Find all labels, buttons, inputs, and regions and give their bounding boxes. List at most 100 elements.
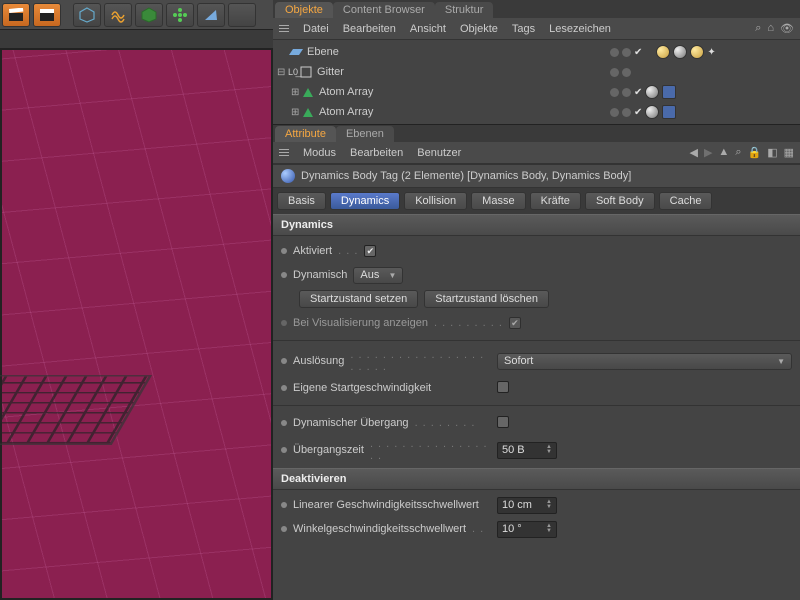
input-uebergangszeit[interactable]: 50 B▲▼ bbox=[497, 442, 557, 459]
prop-bullet-icon bbox=[281, 447, 287, 453]
settings-icon[interactable]: ▦ bbox=[784, 146, 794, 159]
dropdown-dynamisch[interactable]: Aus▼ bbox=[353, 267, 403, 284]
label-uebergangszeit: Übergangszeit bbox=[293, 444, 364, 456]
lock-icon[interactable]: 🔒 bbox=[747, 146, 761, 159]
prop-tab-dynamics[interactable]: Dynamics bbox=[330, 192, 400, 210]
vis-editor-dot[interactable] bbox=[610, 68, 619, 77]
checkbox-dyn-uebergang[interactable] bbox=[497, 416, 509, 428]
prop-tab-cache[interactable]: Cache bbox=[659, 192, 713, 210]
tag-blue-icon[interactable] bbox=[662, 105, 676, 119]
tag-dynamics-icon[interactable] bbox=[645, 105, 659, 119]
new-window-icon[interactable]: ◧ bbox=[767, 146, 777, 159]
attribute-tabbar: Attribute Ebenen bbox=[273, 124, 800, 142]
search-icon[interactable]: ⌕ bbox=[755, 22, 761, 35]
tag-extra-icon[interactable]: ✦ bbox=[707, 47, 715, 58]
nav-back-icon[interactable]: ◀ bbox=[689, 146, 697, 159]
tool-cube-green-icon[interactable] bbox=[135, 3, 163, 27]
tool-clapper-alt-icon[interactable] bbox=[33, 3, 61, 27]
dots: . . . . . . . . . . . . . . . . . . . . … bbox=[350, 349, 491, 373]
dots: . . . . . . . . . bbox=[434, 317, 503, 329]
home-icon[interactable]: ⌂ bbox=[767, 22, 774, 35]
dropdown-ausloesung[interactable]: Sofort▼ bbox=[497, 353, 792, 370]
vis-render-dot[interactable] bbox=[622, 48, 631, 57]
prop-tab-masse[interactable]: Masse bbox=[471, 192, 525, 210]
chevron-down-icon: ▼ bbox=[777, 357, 785, 366]
menu-objekte[interactable]: Objekte bbox=[460, 23, 498, 35]
tag-material2-icon[interactable] bbox=[690, 45, 704, 59]
menu-datei[interactable]: Datei bbox=[303, 23, 329, 35]
vis-render-dot[interactable] bbox=[622, 68, 631, 77]
dots: . . . . . . . . . . . . . . . . . bbox=[370, 438, 491, 462]
tree-item-atom2[interactable]: ⊞ Atom Array ✔ bbox=[273, 102, 800, 122]
vis-editor-dot[interactable] bbox=[610, 108, 619, 117]
checkbox-bei-vis[interactable]: ✔ bbox=[509, 317, 521, 329]
enable-check-icon[interactable]: ✔ bbox=[634, 47, 642, 58]
dynamics-body-icon bbox=[281, 169, 295, 183]
tool-wedge-icon[interactable] bbox=[197, 3, 225, 27]
tag-tex-icon[interactable] bbox=[673, 45, 687, 59]
label-aktiviert: Aktiviert bbox=[293, 245, 332, 257]
prop-tab-softbody[interactable]: Soft Body bbox=[585, 192, 655, 210]
vis-render-dot[interactable] bbox=[622, 108, 631, 117]
nav-fwd-icon[interactable]: ▶ bbox=[704, 146, 712, 159]
input-winkel-schwell[interactable]: 10 °▲▼ bbox=[497, 521, 557, 538]
tab-struktur[interactable]: Struktur bbox=[435, 2, 494, 18]
tag-dynamics-icon[interactable] bbox=[645, 85, 659, 99]
tree-label: Atom Array bbox=[319, 106, 419, 118]
menu-handle-icon[interactable] bbox=[279, 25, 289, 32]
deaktivieren-properties: Linearer Geschwindigkeitsschwellwert 10 … bbox=[273, 490, 800, 544]
checkbox-aktiviert[interactable]: ✔ bbox=[364, 245, 376, 257]
tab-attribute[interactable]: Attribute bbox=[275, 126, 336, 142]
vis-editor-dot[interactable] bbox=[610, 88, 619, 97]
tab-content-browser[interactable]: Content Browser bbox=[333, 2, 435, 18]
menu-bearbeiten[interactable]: Bearbeiten bbox=[343, 23, 396, 35]
enable-check-icon[interactable]: ✔ bbox=[634, 87, 642, 98]
menu-lesezeichen[interactable]: Lesezeichen bbox=[549, 23, 611, 35]
dots: . . bbox=[472, 523, 484, 535]
expander-icon[interactable]: ⊞ bbox=[291, 107, 301, 118]
tree-label: Gitter bbox=[317, 66, 417, 78]
menu-ansicht[interactable]: Ansicht bbox=[410, 23, 446, 35]
3d-viewport[interactable] bbox=[0, 48, 273, 600]
prop-tab-kraefte[interactable]: Kräfte bbox=[530, 192, 581, 210]
eye-icon[interactable]: 👁 bbox=[780, 22, 794, 35]
menu-handle-icon[interactable] bbox=[279, 149, 289, 156]
checkbox-eigene-start[interactable] bbox=[497, 381, 509, 393]
generator-icon bbox=[301, 105, 315, 119]
tool-flower-icon[interactable] bbox=[166, 3, 194, 27]
tool-cube-icon[interactable] bbox=[73, 3, 101, 27]
button-startzustand-setzen[interactable]: Startzustand setzen bbox=[299, 290, 418, 308]
search-icon[interactable]: ⌕ bbox=[735, 146, 741, 159]
label-bei-vis: Bei Visualisierung anzeigen bbox=[293, 317, 428, 329]
tree-item-ebene[interactable]: Ebene ✔ ✦ bbox=[273, 42, 800, 62]
button-startzustand-loeschen[interactable]: Startzustand löschen bbox=[424, 290, 549, 308]
expander-icon[interactable]: ⊟ bbox=[277, 67, 287, 78]
tag-blue-icon[interactable] bbox=[662, 85, 676, 99]
enable-check-icon[interactable]: ✔ bbox=[634, 107, 642, 118]
nav-up-icon[interactable]: ▲ bbox=[718, 146, 729, 159]
vis-render-dot[interactable] bbox=[622, 88, 631, 97]
attribute-title: Dynamics Body Tag (2 Elemente) [Dynamics… bbox=[301, 170, 631, 182]
menu-bearbeiten[interactable]: Bearbeiten bbox=[350, 147, 403, 159]
input-lin-schwell[interactable]: 10 cm▲▼ bbox=[497, 497, 557, 514]
prop-tab-basis[interactable]: Basis bbox=[277, 192, 326, 210]
attribute-menu: Modus Bearbeiten Benutzer ◀ ▶ ▲ ⌕ 🔒 ◧ ▦ bbox=[273, 142, 800, 164]
tab-objekte[interactable]: Objekte bbox=[275, 2, 333, 18]
dots: . . . bbox=[338, 245, 358, 257]
expander-icon[interactable]: ⊞ bbox=[291, 87, 301, 98]
tag-material-icon[interactable] bbox=[656, 45, 670, 59]
tool-deform-icon[interactable] bbox=[104, 3, 132, 27]
tool-clapper-icon[interactable] bbox=[2, 3, 30, 27]
prop-tab-kollision[interactable]: Kollision bbox=[404, 192, 467, 210]
main-toolbar bbox=[0, 0, 273, 30]
menu-benutzer[interactable]: Benutzer bbox=[417, 147, 461, 159]
tree-item-gitter[interactable]: ⊟ L0̲ Gitter bbox=[273, 62, 800, 82]
vis-editor-dot[interactable] bbox=[610, 48, 619, 57]
tool-unknown-icon[interactable] bbox=[228, 3, 256, 27]
tree-item-atom1[interactable]: ⊞ Atom Array ✔ bbox=[273, 82, 800, 102]
menu-modus[interactable]: Modus bbox=[303, 147, 336, 159]
prop-bullet-icon bbox=[281, 420, 287, 426]
tab-ebenen[interactable]: Ebenen bbox=[336, 126, 394, 142]
menu-tags[interactable]: Tags bbox=[512, 23, 535, 35]
label-eigene-start: Eigene Startgeschwindigkeit bbox=[293, 382, 431, 394]
